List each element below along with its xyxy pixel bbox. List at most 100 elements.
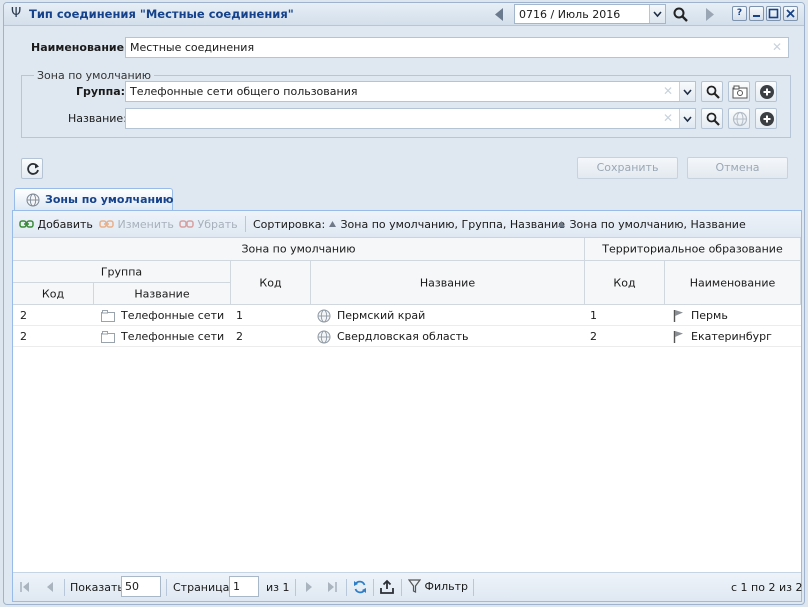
title-label: Название:: [68, 112, 127, 125]
folder-icon: [101, 310, 115, 322]
title-select[interactable]: ✕: [125, 108, 696, 129]
dialog-window: Ψ Тип соединения "Местные соединения" 07…: [3, 2, 805, 605]
cell-terr-name: Пермь: [691, 309, 728, 322]
group-add-button[interactable]: [755, 81, 777, 102]
sort-option-2-label: Зона по умолчанию, Название: [569, 218, 746, 231]
group-label: Группа:: [76, 85, 126, 98]
minimize-button[interactable]: [749, 6, 764, 21]
sort-up-icon: [558, 221, 565, 227]
group-dropdown-button[interactable]: [679, 82, 695, 101]
cell-zone-name: Пермский край: [337, 309, 426, 322]
col-terr-code[interactable]: Код: [585, 261, 665, 305]
cancel-label: Отмена: [715, 161, 760, 174]
header-territory: Территориальное образование: [585, 238, 801, 261]
pager-separator: [166, 579, 167, 596]
remove-button[interactable]: Убрать: [179, 218, 238, 231]
clear-icon[interactable]: ✕: [663, 84, 673, 98]
period-value: 0716 / Июль 2016: [519, 8, 621, 21]
pager-separator: [295, 579, 296, 596]
tab-default-zones[interactable]: Зоны по умолчанию: [14, 188, 174, 212]
close-icon: [786, 9, 795, 18]
minimize-icon: [753, 15, 760, 17]
folder-icon: [101, 331, 115, 343]
filter-label: Фильтр: [424, 580, 469, 593]
name-value: Местные соединения: [130, 41, 255, 54]
next-period-button[interactable]: [700, 5, 720, 24]
title-open-button[interactable]: [728, 108, 750, 129]
col-terr-name[interactable]: Наименование: [665, 261, 801, 305]
prev-period-button[interactable]: [490, 5, 510, 24]
flag-icon: [673, 310, 683, 322]
sort-option-1[interactable]: Зона по умолчанию, Группа, Название: [328, 218, 565, 231]
table-row[interactable]: 2 Телефонные сети ... 1 Пермский край 1 …: [13, 305, 801, 326]
show-label: Показать: [70, 581, 124, 594]
title-search-button[interactable]: [701, 108, 723, 129]
zones-panel: Добавить Изменить Убрать Сортировка: Зон…: [12, 210, 802, 602]
page-size-input[interactable]: 50: [121, 576, 161, 597]
search-icon: [706, 112, 720, 126]
close-button[interactable]: [783, 6, 798, 21]
col-group-code[interactable]: Код: [13, 283, 94, 305]
period-search-button[interactable]: [671, 5, 691, 24]
link-add-icon: [19, 220, 34, 228]
cell-group-code: 2: [20, 330, 27, 343]
plus-circle-icon: [760, 112, 774, 126]
edit-button[interactable]: Изменить: [99, 218, 174, 231]
pager-bar: Показать 50 Страница 1 из 1 Фильтр с 1 п…: [13, 572, 803, 601]
arrow-right-icon: [706, 8, 714, 21]
group-search-button[interactable]: [701, 81, 723, 102]
export-icon[interactable]: [379, 579, 395, 595]
period-dropdown-button[interactable]: [649, 5, 665, 23]
next-page-icon[interactable]: [303, 581, 315, 593]
group-select[interactable]: Телефонные сети общего пользования ✕: [125, 81, 696, 102]
pager-separator: [401, 579, 402, 596]
sort-up-icon: [329, 221, 336, 227]
help-label: ?: [736, 8, 743, 18]
globe-icon: [317, 330, 331, 344]
col-zone-name[interactable]: Название: [311, 261, 585, 305]
folder-icon: [732, 85, 748, 99]
help-button[interactable]: ?: [732, 6, 747, 21]
prev-page-icon[interactable]: [44, 581, 56, 593]
last-page-icon[interactable]: [326, 581, 338, 593]
table-row[interactable]: 2 Телефонные сети ... 2 Свердловская обл…: [13, 326, 801, 347]
filter-button[interactable]: Фильтр: [407, 579, 469, 593]
title-add-button[interactable]: [755, 108, 777, 129]
cancel-button[interactable]: Отмена: [687, 157, 788, 179]
name-label: Наименование:: [31, 41, 129, 54]
refresh-button[interactable]: [21, 158, 43, 179]
group-open-button[interactable]: [728, 81, 750, 102]
cell-zone-code: 1: [236, 309, 243, 322]
first-page-icon[interactable]: [19, 581, 31, 593]
cell-zone-name: Свердловская область: [337, 330, 469, 343]
tab-label: Зоны по умолчанию: [45, 193, 174, 206]
page-number-input[interactable]: 1: [229, 576, 259, 597]
add-label: Добавить: [37, 218, 93, 231]
col-zone-code[interactable]: Код: [231, 261, 311, 305]
clear-icon[interactable]: ✕: [663, 111, 673, 125]
connection-type-icon: Ψ: [11, 6, 22, 21]
reload-icon[interactable]: [352, 579, 368, 595]
name-field[interactable]: Местные соединения ✕: [125, 37, 789, 58]
globe-icon: [317, 309, 331, 323]
globe-icon: [26, 193, 40, 207]
col-group-name[interactable]: Название: [94, 283, 231, 305]
chevron-down-icon: [683, 89, 692, 96]
period-select[interactable]: 0716 / Июль 2016: [514, 4, 666, 24]
maximize-button[interactable]: [766, 6, 781, 21]
clear-icon[interactable]: ✕: [772, 40, 782, 54]
globe-icon: [732, 111, 748, 127]
pager-separator: [473, 579, 474, 596]
cell-terr-code: 1: [590, 309, 597, 322]
chevron-down-icon: [683, 116, 692, 123]
sort-option-2[interactable]: Зона по умолчанию, Название: [557, 218, 746, 231]
sort-option-1-label: Зона по умолчанию, Группа, Название: [340, 218, 566, 231]
cell-terr-name: Екатеринбург: [691, 330, 772, 343]
title-dropdown-button[interactable]: [679, 109, 695, 128]
add-button[interactable]: Добавить: [19, 218, 93, 231]
save-button[interactable]: Сохранить: [577, 157, 678, 179]
toolbar-separator: [245, 216, 246, 232]
refresh-icon: [27, 163, 39, 175]
pager-summary: с 1 по 2 из 2: [731, 581, 803, 594]
cell-group-name: Телефонные сети ...: [121, 309, 227, 322]
